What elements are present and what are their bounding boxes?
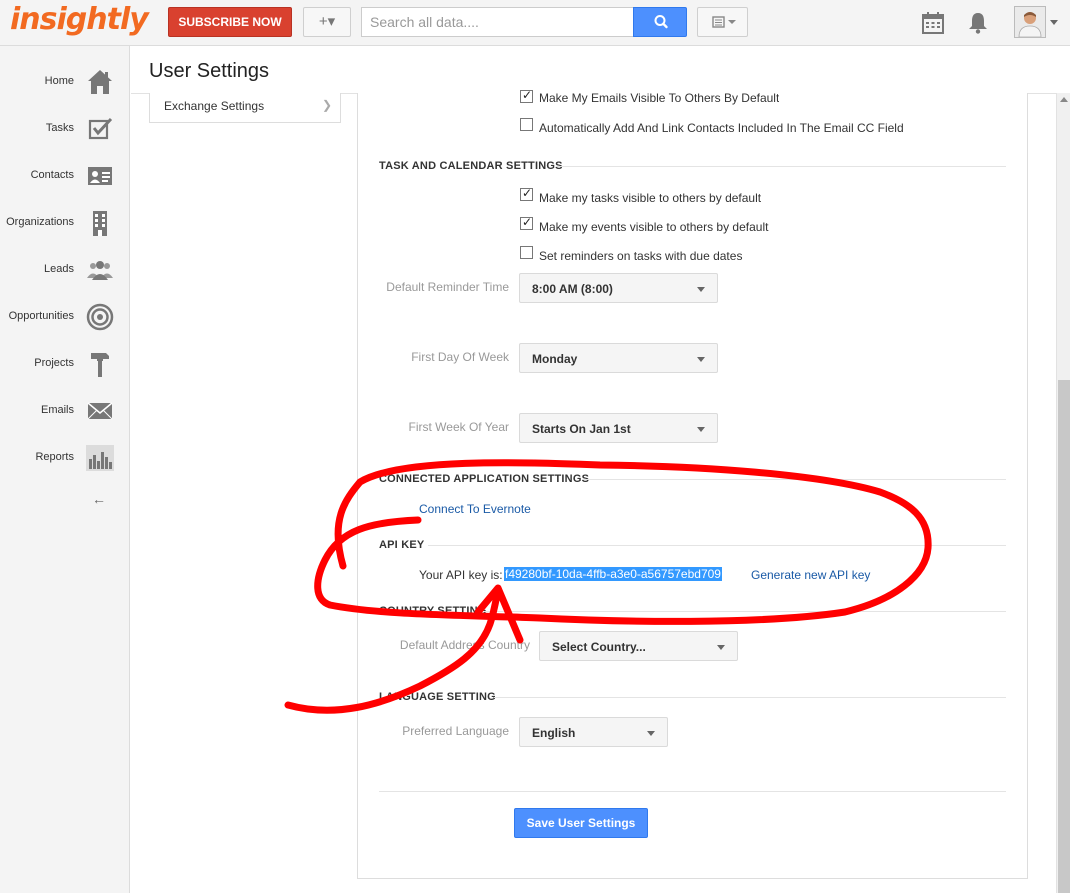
calendar-icon[interactable] xyxy=(922,12,944,37)
opportunities-icon xyxy=(86,303,114,331)
visible-emails-checkbox[interactable] xyxy=(520,88,533,103)
api-key-section-title: API KEY xyxy=(379,539,425,551)
reminder-time-select[interactable]: 8:00 AM (8:00) xyxy=(519,273,718,303)
reports-icon xyxy=(86,445,114,471)
connected-apps-section-title: CONNECTED APPLICATION SETTINGS xyxy=(379,473,590,485)
nav-item-leads[interactable]: Leads xyxy=(0,250,130,290)
nav-item-organizations[interactable]: Organizations xyxy=(0,203,130,243)
add-new-button[interactable]: +▾ xyxy=(303,7,351,37)
tasks-visible-label: Make my tasks visible to others by defau… xyxy=(539,191,762,205)
chevron-down-icon xyxy=(697,427,705,432)
nav-item-home[interactable]: Home xyxy=(0,62,130,102)
nav-item-emails[interactable]: Emails xyxy=(0,391,130,431)
nav-label-leads: Leads xyxy=(44,263,74,275)
section-divider xyxy=(428,545,1006,546)
api-key-prefix: Your API key is: xyxy=(419,568,503,582)
section-divider xyxy=(582,479,1006,480)
projects-icon xyxy=(91,353,109,377)
settings-menu-label: Exchange Settings xyxy=(164,99,265,113)
events-visible-label: Make my events visible to others by defa… xyxy=(539,220,769,234)
settings-menu-item-exchange[interactable]: Exchange Settings ❯ xyxy=(149,93,341,123)
country-value: Select Country... xyxy=(552,640,646,654)
reminder-time-value: 8:00 AM (8:00) xyxy=(532,282,613,296)
nav-label-reports: Reports xyxy=(35,451,74,463)
nav-label-tasks: Tasks xyxy=(45,122,74,134)
api-key-value[interactable]: f49280bf-10da-4ffb-a3e0-a56757ebd709 xyxy=(504,567,722,581)
avatar[interactable] xyxy=(1014,6,1046,38)
section-divider xyxy=(484,611,1006,612)
nav-item-tasks[interactable]: Tasks xyxy=(0,109,130,149)
auto-link-contacts-label: Automatically Add And Link Contacts Incl… xyxy=(539,121,904,135)
section-divider xyxy=(556,166,1006,167)
search-input[interactable] xyxy=(361,7,634,37)
form-footer-divider xyxy=(379,791,1006,792)
language-select[interactable]: English xyxy=(519,717,668,747)
contacts-icon xyxy=(88,167,112,185)
save-user-settings-button[interactable]: Save User Settings xyxy=(514,808,648,838)
first-day-value: Monday xyxy=(532,352,578,366)
home-icon xyxy=(88,70,112,94)
nav-item-reports[interactable]: Reports xyxy=(0,438,130,478)
section-divider xyxy=(494,697,1006,698)
reminders-label: Set reminders on tasks with due dates xyxy=(539,249,743,263)
language-label: Preferred Language xyxy=(402,724,509,738)
nav-label-projects: Projects xyxy=(34,357,74,369)
auto-link-contacts-checkbox[interactable] xyxy=(520,118,533,131)
nav-label-opportunities: Opportunities xyxy=(8,310,74,322)
search-icon xyxy=(654,15,668,29)
country-section-title: COUNTRY SETTING xyxy=(379,605,487,617)
scrollbar-thumb[interactable] xyxy=(1058,380,1070,893)
insightly-logo[interactable]: insightly xyxy=(10,2,149,37)
user-menu-caret-icon[interactable] xyxy=(1050,20,1058,25)
collapse-nav-arrow-icon[interactable]: ← xyxy=(92,491,106,507)
reminders-checkbox[interactable] xyxy=(520,246,533,259)
bell-icon[interactable] xyxy=(968,12,988,37)
settings-panel xyxy=(357,93,1028,879)
language-section-title: LANGUAGE SETTING xyxy=(379,691,496,703)
nav-item-projects[interactable]: Projects xyxy=(0,344,130,384)
nav-label-home: Home xyxy=(44,75,74,87)
subscribe-now-button[interactable]: SUBSCRIBE NOW xyxy=(168,7,292,37)
emails-icon xyxy=(87,402,113,420)
leads-icon xyxy=(87,261,113,280)
top-bar: insightly SUBSCRIBE NOW +▾ xyxy=(0,0,1070,46)
tasks-icon xyxy=(88,117,113,140)
generate-api-key-link[interactable]: Generate new API key xyxy=(751,568,870,582)
first-day-label: First Day Of Week xyxy=(411,350,509,364)
first-day-select[interactable]: Monday xyxy=(519,343,718,373)
list-view-icon xyxy=(712,16,736,28)
nav-label-contacts: Contacts xyxy=(30,169,74,181)
tasks-visible-checkbox[interactable] xyxy=(520,186,533,201)
scrollbar[interactable] xyxy=(1056,93,1070,893)
task-calendar-section-title: TASK AND CALENDAR SETTINGS xyxy=(379,160,563,172)
nav-label-organizations: Organizations xyxy=(6,216,74,228)
language-value: English xyxy=(532,726,576,740)
reminder-time-label: Default Reminder Time xyxy=(386,280,509,294)
user-avatar-icon xyxy=(1015,7,1045,37)
first-week-label: First Week Of Year xyxy=(408,420,509,434)
chevron-down-icon xyxy=(697,287,705,292)
connect-evernote-link[interactable]: Connect To Evernote xyxy=(419,502,531,516)
search-button[interactable] xyxy=(633,7,687,37)
first-week-value: Starts On Jan 1st xyxy=(532,422,631,436)
nav-item-contacts[interactable]: Contacts xyxy=(0,156,130,196)
page-title: User Settings xyxy=(149,60,270,82)
chevron-right-icon: ❯ xyxy=(321,98,332,112)
first-week-select[interactable]: Starts On Jan 1st xyxy=(519,413,718,443)
scroll-up-arrow-icon[interactable] xyxy=(1060,97,1068,102)
chevron-down-icon xyxy=(647,731,655,736)
country-select[interactable]: Select Country... xyxy=(539,631,738,661)
view-toggle-button[interactable] xyxy=(697,7,748,37)
chevron-down-icon xyxy=(717,645,725,650)
organizations-icon xyxy=(93,211,107,236)
nav-label-emails: Emails xyxy=(40,404,74,416)
events-visible-checkbox[interactable] xyxy=(520,215,533,230)
left-nav: Home Tasks Contacts Organizations Leads … xyxy=(0,46,130,893)
nav-item-opportunities[interactable]: Opportunities xyxy=(0,297,130,337)
visible-emails-label: Make My Emails Visible To Others By Defa… xyxy=(539,91,780,105)
country-label: Default Address Country xyxy=(399,638,530,652)
chevron-down-icon xyxy=(697,357,705,362)
